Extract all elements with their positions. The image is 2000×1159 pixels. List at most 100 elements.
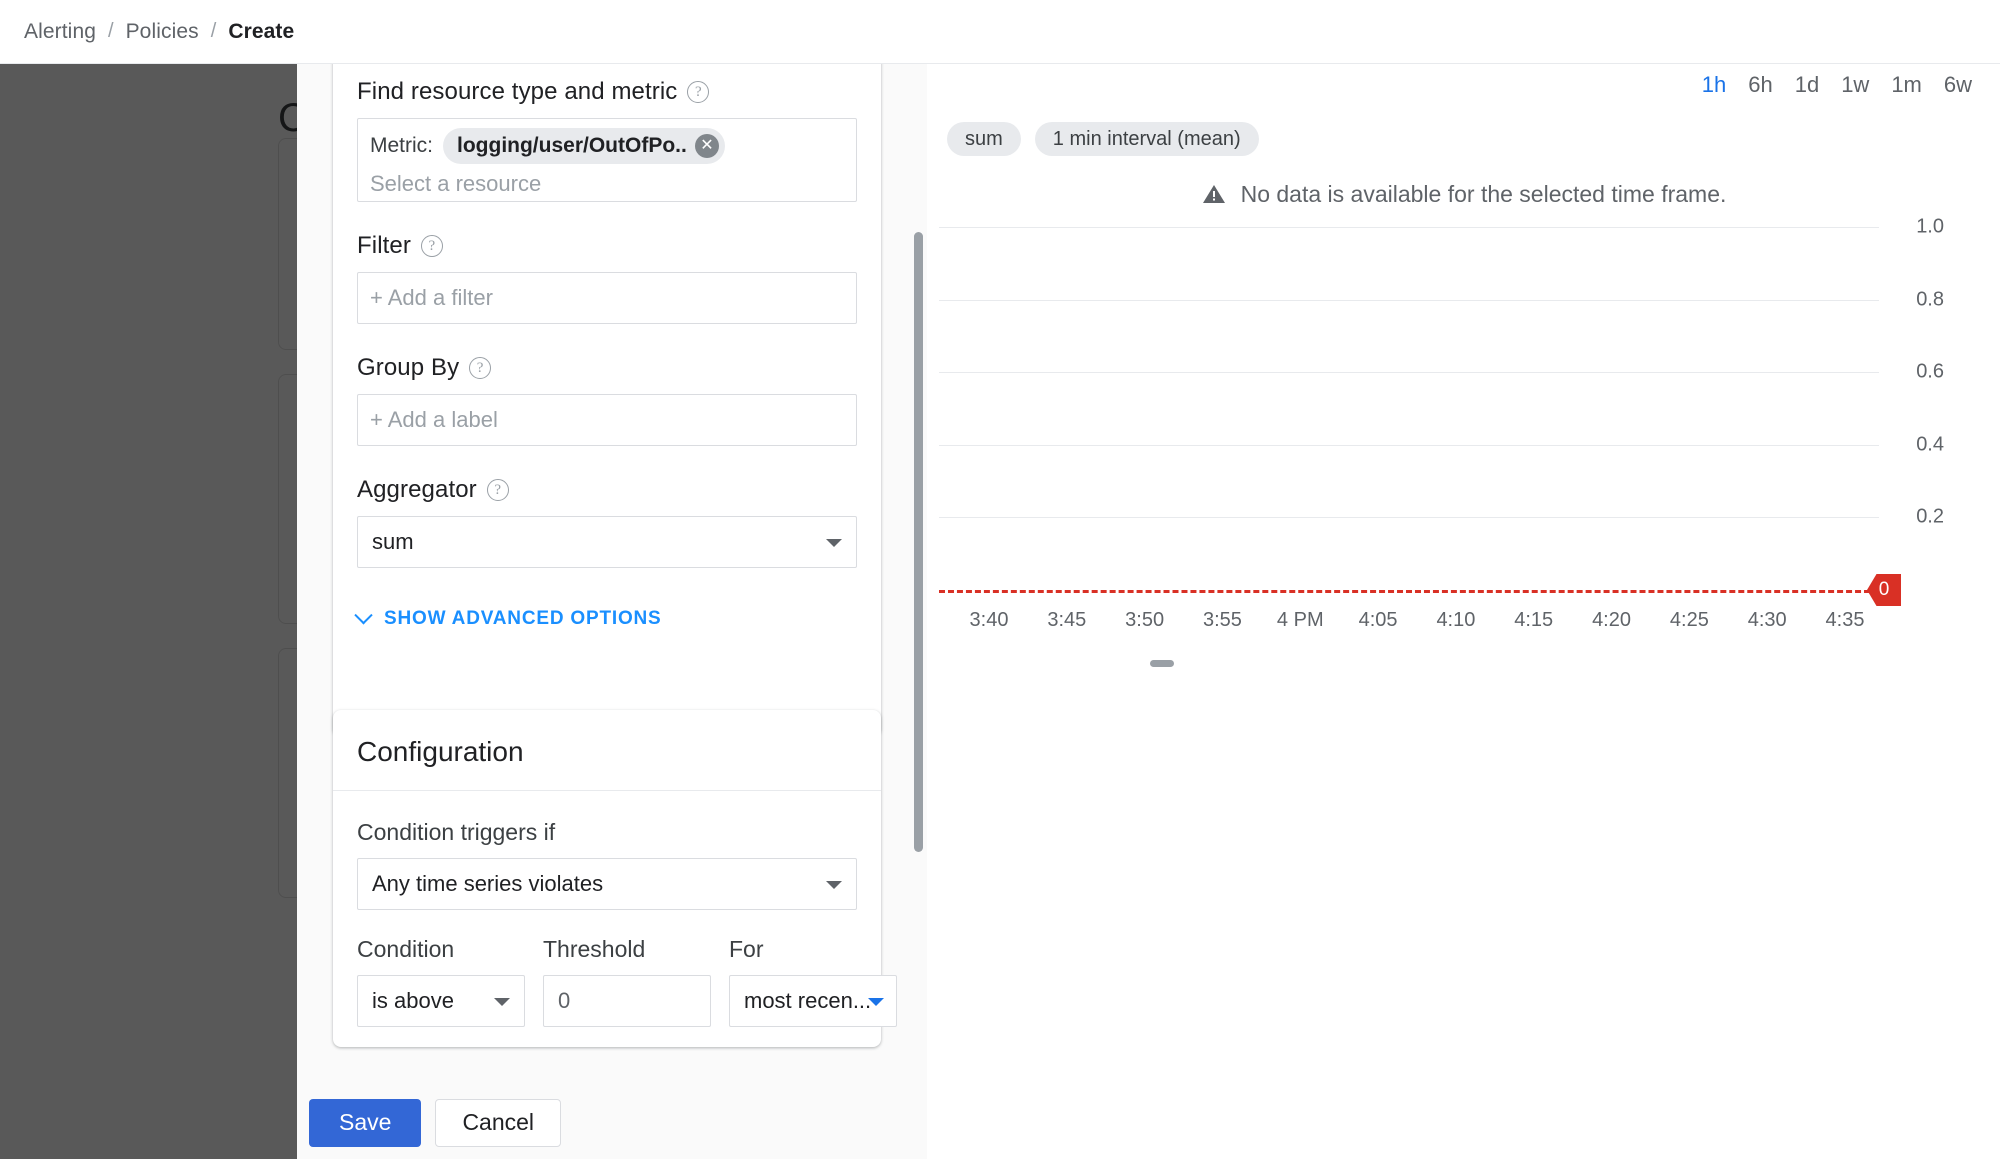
chevron-down-icon [826, 881, 842, 889]
breadcrumb-item-create: Create [228, 19, 295, 43]
time-range-1d[interactable]: 1d [1795, 72, 1819, 98]
filter-label-text: Filter [357, 232, 411, 259]
group-by-placeholder: + Add a label [370, 407, 498, 432]
chart-x-tick-label: 4:35 [1825, 609, 1865, 631]
time-range-1h[interactable]: 1h [1702, 72, 1726, 98]
chart-gridline [939, 227, 1879, 229]
chart-x-tick-label: 3:55 [1202, 609, 1242, 631]
chart-y-tick-label: 0.8 [1916, 288, 1944, 311]
chevron-down-icon [354, 605, 373, 624]
breadcrumb-separator: / [108, 20, 114, 42]
no-data-message: No data is available for the selected ti… [927, 174, 2000, 214]
help-icon[interactable]: ? [687, 81, 710, 103]
chart-gridline [939, 444, 1879, 446]
time-range-6w[interactable]: 6w [1944, 72, 1972, 98]
condition-header: Condition [357, 936, 455, 962]
chart-plot-area[interactable]: 0.2 0.4 0.6 0.8 1.0 [927, 174, 2000, 594]
close-icon[interactable]: ✕ [695, 134, 719, 158]
chart-x-tick-label: 4:10 [1436, 609, 1476, 631]
for-value: most recen... [744, 988, 872, 1013]
panel-footer: Save Cancel [297, 1086, 927, 1159]
chart-x-tick-label: 4 PM [1276, 609, 1324, 631]
group-by-label: Group By ? [357, 354, 857, 382]
save-button[interactable]: Save [309, 1098, 422, 1147]
chart-x-tick-label: 3:50 [1125, 609, 1165, 631]
chart-x-tick-label: 4:05 [1358, 609, 1398, 631]
chart-y-tick-label: 1.0 [1916, 215, 1944, 238]
metric-chip-row: Metric: logging/user/OutOfPo... ✕ [370, 125, 844, 167]
threshold-header: Threshold [543, 936, 646, 962]
chart-x-tick-label: 4:30 [1747, 609, 1787, 631]
resource-input[interactable]: Select a resource [370, 171, 844, 197]
chart-y-tick-label: 0.6 [1916, 360, 1944, 383]
aggregator-label-text: Aggregator [357, 476, 477, 503]
show-advanced-options-link[interactable]: SHOW ADVANCED OPTIONS [354, 605, 857, 630]
condition-triggers-if-label: Condition triggers if [357, 819, 556, 845]
condition-triggers-if-value: Any time series violates [372, 871, 604, 896]
chart-y-tick-label: 0.2 [1916, 505, 1944, 528]
configuration-card: Configuration Condition triggers if Any … [333, 710, 897, 1047]
group-by-label-text: Group By [357, 354, 460, 381]
condition-threshold-for-row: Condition is above Threshold 0 For most … [357, 936, 897, 1027]
condition-triggers-if-select[interactable]: Any time series violates [357, 858, 857, 910]
help-icon[interactable]: ? [469, 357, 492, 379]
filter-placeholder: + Add a filter [370, 285, 493, 310]
chart-resize-handle[interactable] [1150, 660, 1174, 667]
group-by-input[interactable]: + Add a label [357, 394, 857, 446]
chip-interval[interactable]: 1 min interval (mean) [1034, 122, 1259, 156]
chip-aggregation[interactable]: sum [947, 122, 1021, 156]
help-icon[interactable]: ? [486, 479, 509, 501]
chart-x-tick-label: 4:25 [1669, 609, 1709, 631]
chart-x-tick-label: 3:45 [1047, 609, 1087, 631]
breadcrumb-item-alerting[interactable]: Alerting [24, 20, 96, 44]
condition-column: Condition is above [357, 936, 525, 1027]
threshold-input[interactable]: 0 [543, 975, 711, 1027]
time-range-selector: 1h 6h 1d 1w 1m 6w [1702, 72, 1972, 98]
panel-scrollbar[interactable] [914, 232, 923, 852]
chart-x-tick-label: 4:15 [1514, 609, 1554, 631]
threshold-column: Threshold 0 [543, 936, 711, 1027]
metric-key-label: Metric: [370, 134, 433, 157]
for-column: For most recen... [729, 936, 897, 1027]
chevron-down-icon [494, 998, 510, 1006]
condition-select[interactable]: is above [357, 975, 525, 1027]
cancel-button[interactable]: Cancel [435, 1098, 562, 1147]
chart-legend-chips: sum 1 min interval (mean) [947, 122, 1259, 156]
aggregator-select[interactable]: sum [357, 516, 857, 568]
time-range-1w[interactable]: 1w [1841, 72, 1869, 98]
filter-input[interactable]: + Add a filter [357, 272, 857, 324]
for-select[interactable]: most recen... [729, 975, 897, 1027]
aggregator-label: Aggregator ? [357, 476, 857, 504]
breadcrumb-item-policies[interactable]: Policies [126, 20, 199, 44]
modal-scrim[interactable] [0, 64, 297, 1159]
condition-value: is above [372, 988, 454, 1013]
chart-gridline [939, 517, 1879, 519]
no-data-text: No data is available for the selected ti… [1240, 180, 1727, 207]
chart-gridline [939, 372, 1879, 374]
aggregator-value: sum [372, 529, 414, 554]
time-range-1m[interactable]: 1m [1891, 72, 1922, 98]
chart-preview-pane: 1h 6h 1d 1w 1m 6w sum 1 min interval (me… [927, 64, 2000, 1159]
metric-resource-field[interactable]: Metric: logging/user/OutOfPo... ✕ Select… [357, 118, 857, 202]
breadcrumb: Alerting / Policies / Create [0, 0, 2000, 64]
filter-label: Filter ? [357, 232, 857, 260]
chart-x-axis: 3:40 3:45 3:50 3:55 4 PM 4:05 4:10 4:15 4:20 4:25… [927, 609, 2000, 649]
breadcrumb-separator: / [210, 20, 217, 42]
panel-scroll-area: Find resource type and metric ? Metric: … [297, 64, 927, 1086]
chart-y-tick-label: 0.4 [1916, 433, 1944, 456]
chevron-down-icon [868, 998, 884, 1006]
chevron-down-icon [826, 539, 842, 547]
find-resource-text: Find resource type and metric [357, 78, 678, 105]
metric-chip-label: logging/user/OutOfPo... [457, 134, 687, 157]
find-resource-label: Find resource type and metric ? [357, 78, 857, 106]
metric-chip[interactable]: logging/user/OutOfPo... ✕ [443, 128, 725, 164]
show-advanced-options-label: SHOW ADVANCED OPTIONS [384, 608, 662, 629]
threshold-value: 0 [558, 988, 571, 1013]
time-range-6h[interactable]: 6h [1748, 72, 1772, 98]
metric-card: Find resource type and metric ? Metric: … [333, 64, 881, 736]
help-icon[interactable]: ? [420, 235, 443, 257]
warning-icon [1202, 185, 1225, 203]
threshold-line [939, 590, 1879, 593]
condition-editor-panel: Find resource type and metric ? Metric: … [297, 64, 927, 1159]
chart-x-tick-label: 3:40 [969, 609, 1009, 631]
